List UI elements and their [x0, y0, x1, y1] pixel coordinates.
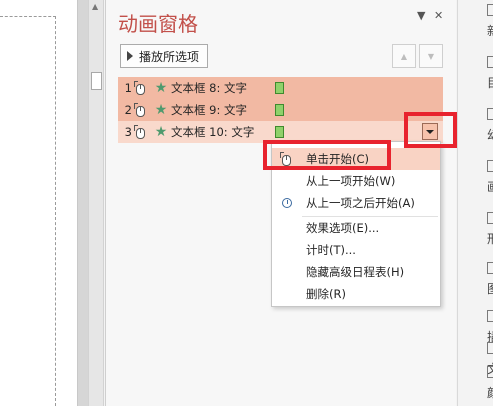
ribbon-item[interactable]: 图 — [458, 258, 493, 308]
menu-item-timing[interactable]: 计时(T)... — [272, 239, 440, 261]
star-effect-icon: ★ — [154, 102, 168, 118]
mouse-click-icon — [134, 81, 147, 95]
animation-row[interactable]: 1 ★ 文本框 8: 文字 — [118, 77, 443, 99]
play-selected-label: 播放所选项 — [139, 49, 200, 64]
animation-number: 1 — [124, 81, 132, 95]
animation-label: 文本框 8: 文字 — [171, 81, 248, 95]
slide-preview[interactable] — [0, 0, 78, 406]
animation-row[interactable]: 3 ★ 文本框 10: 文字 — [118, 121, 443, 143]
timing-bar[interactable] — [275, 82, 284, 94]
ribbon-icon — [487, 366, 493, 378]
menu-item-label: 删除(R) — [306, 287, 346, 301]
pane-options-dropdown-icon[interactable]: ▼ — [417, 9, 425, 22]
scroll-up-icon[interactable]: ▲ — [92, 2, 98, 11]
mouse-icon — [280, 152, 294, 166]
ribbon-item-label: 新 — [487, 22, 493, 39]
animation-list: 1 ★ 文本框 8: 文字 2 ★ 文本框 9: 文字 3 ★ 文本框 10: … — [118, 77, 443, 143]
animation-context-menu: 单击开始(C) 从上一项开始(W) 从上一项之后开始(A) 效果选项(E)...… — [271, 141, 441, 307]
mouse-click-icon — [134, 125, 147, 139]
pane-close-icon[interactable]: ✕ — [434, 9, 443, 22]
play-icon — [127, 51, 133, 61]
animation-label: 文本框 10: 文字 — [171, 125, 255, 139]
ribbon-item-label: 幻 — [487, 126, 493, 143]
pane-title: 动画窗格 — [118, 12, 198, 36]
ribbon-icon — [487, 262, 493, 274]
menu-item-start-after-previous[interactable]: 从上一项之后开始(A) — [272, 192, 440, 214]
ribbon-icon — [487, 160, 493, 172]
animation-row[interactable]: 2 ★ 文本框 9: 文字 — [118, 99, 443, 121]
ribbon-item-label: 颜 — [487, 384, 493, 401]
ribbon-item[interactable]: 目 — [458, 52, 493, 102]
menu-item-effect-options[interactable]: 效果选项(E)... — [272, 217, 440, 239]
ribbon-item-label: 目 — [487, 74, 493, 91]
move-up-icon: ▲ — [400, 51, 408, 61]
mouse-click-icon — [134, 103, 147, 117]
ribbon-item[interactable]: 画 — [458, 156, 493, 206]
ribbon-item-label: 形 — [487, 230, 493, 247]
scrollbar-thumb[interactable] — [91, 72, 102, 90]
ribbon-icon — [487, 108, 493, 120]
canvas-scrollbar[interactable]: ▲ — [88, 0, 104, 406]
animation-label: 文本框 9: 文字 — [171, 103, 248, 117]
menu-item-hide-advanced-timeline[interactable]: 隐藏高级日程表(H) — [272, 261, 440, 283]
ribbon-item[interactable]: 新 — [458, 0, 493, 50]
menu-item-start-on-click[interactable]: 单击开始(C) — [272, 148, 440, 170]
ribbon-item-label: 图 — [487, 280, 493, 297]
menu-item-label: 单击开始(C) — [306, 152, 370, 166]
ribbon-icon — [487, 212, 493, 224]
right-ribbon-strip: 新 目 幻 画 形 图 插 文 颜 — [457, 0, 493, 406]
ribbon-item-label: 画 — [487, 178, 493, 195]
animation-number: 3 — [124, 125, 132, 139]
menu-item-label: 隐藏高级日程表(H) — [306, 265, 405, 279]
ribbon-icon — [487, 4, 493, 16]
animation-dropdown-button[interactable] — [422, 123, 438, 140]
menu-item-start-with-previous[interactable]: 从上一项开始(W) — [272, 170, 440, 192]
menu-item-label: 效果选项(E)... — [306, 221, 380, 235]
ribbon-item[interactable]: 形 — [458, 208, 493, 258]
ribbon-item[interactable]: 颜 — [458, 362, 493, 406]
slide-canvas[interactable] — [0, 0, 88, 406]
ribbon-icon — [487, 56, 493, 68]
menu-item-label: 计时(T)... — [306, 243, 356, 257]
move-down-button[interactable]: ▼ — [419, 44, 443, 68]
ribbon-icon — [487, 342, 493, 354]
star-effect-icon: ★ — [154, 80, 168, 96]
play-selected-button[interactable]: 播放所选项 — [120, 44, 209, 68]
clock-icon — [280, 196, 294, 210]
menu-item-label: 从上一项之后开始(A) — [306, 196, 415, 210]
move-down-icon: ▼ — [427, 51, 435, 61]
animation-number: 2 — [124, 103, 132, 117]
move-up-button[interactable]: ▲ — [392, 44, 416, 68]
slide-guide-dashed — [0, 16, 56, 406]
menu-item-label: 从上一项开始(W) — [306, 174, 396, 188]
menu-item-remove[interactable]: 删除(R) — [272, 283, 440, 305]
timing-bar[interactable] — [275, 104, 284, 116]
ribbon-item[interactable]: 幻 — [458, 104, 493, 154]
timing-bar[interactable] — [275, 126, 284, 138]
chevron-down-icon — [426, 129, 434, 134]
ribbon-icon — [487, 310, 493, 322]
star-effect-icon: ★ — [154, 124, 168, 140]
